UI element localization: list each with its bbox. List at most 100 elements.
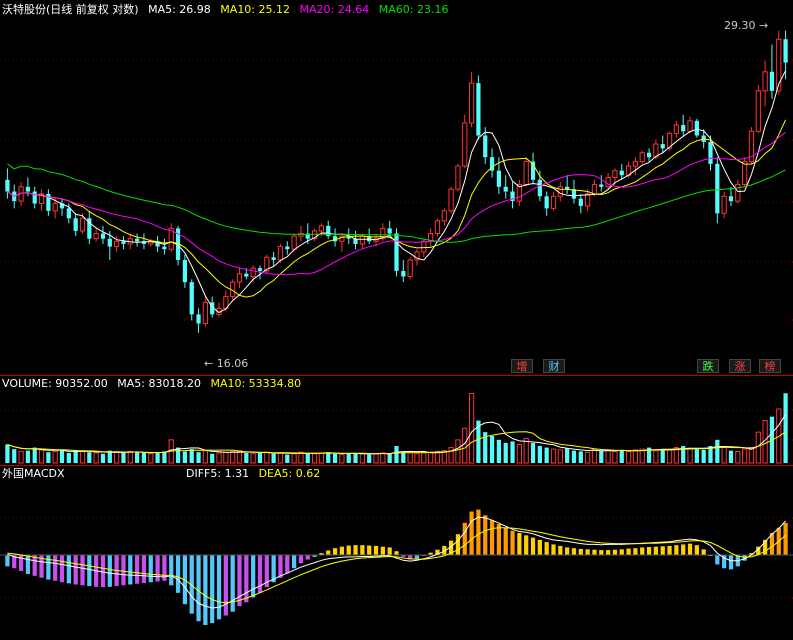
- macd-bar-92: [633, 548, 638, 555]
- macd-bar-36: [251, 555, 256, 598]
- macd-bar-99: [681, 544, 686, 555]
- volume-bar-8: [59, 450, 65, 463]
- macd-bar-68: [469, 511, 474, 555]
- candle-body-17: [121, 241, 126, 244]
- macd-header: 外国MACDX DIFF5: 1.31 DEA5: 0.62: [2, 467, 326, 481]
- volume-bar-90: [619, 450, 624, 463]
- macd-bar-7: [53, 555, 58, 581]
- candle-body-11: [79, 217, 86, 232]
- stock-chart: [0, 30, 793, 625]
- volume-bar-0: [5, 444, 10, 463]
- volume-bar-60: [414, 453, 420, 464]
- candle-body-40: [277, 246, 284, 261]
- volume-bar-4: [32, 447, 37, 463]
- volume-bar-86: [591, 448, 598, 464]
- diff-readout: DIFF5: 1.31: [186, 467, 250, 480]
- volume-bar-31: [216, 452, 222, 464]
- volume-bar-52: [359, 453, 365, 464]
- candle-body-67: [462, 122, 468, 167]
- event-badge-increase[interactable]: 增: [511, 359, 533, 373]
- macd-bar-9: [66, 555, 71, 584]
- volume-bar-16: [114, 451, 120, 464]
- event-badge-rise[interactable]: 涨: [729, 359, 751, 373]
- candle-body-70: [483, 135, 488, 158]
- arrow-right-icon: →: [755, 19, 769, 32]
- separator-volume-macd: [0, 465, 793, 466]
- macd-bar-35: [244, 555, 249, 603]
- event-badge-ranking[interactable]: 榜: [759, 359, 781, 373]
- volume-bar-95: [653, 450, 659, 464]
- ma60-readout: MA60: 23.16: [378, 3, 449, 16]
- volume-bar-104: [715, 439, 720, 463]
- volume-bar-61: [421, 452, 427, 464]
- macd-bar-70: [483, 515, 488, 555]
- macd-bar-4: [32, 555, 37, 576]
- candle-body-85: [585, 193, 591, 207]
- candle-body-100: [687, 120, 693, 132]
- low-price-annotation: ← 16.06: [204, 357, 248, 370]
- candle-body-108: [742, 161, 748, 185]
- macd-bar-86: [592, 549, 597, 555]
- volume-bar-92: [632, 449, 639, 464]
- macd-bar-48: [332, 548, 338, 555]
- candle-body-90: [619, 170, 624, 176]
- candle-body-19: [134, 238, 140, 242]
- candle-body-98: [673, 124, 679, 134]
- volume-bar-36: [250, 453, 256, 464]
- volume-bar-44: [305, 452, 310, 463]
- volume-bar-30: [210, 453, 215, 463]
- volume-bar-88: [605, 449, 611, 464]
- volume-bar-45: [311, 453, 318, 464]
- macd-bar-114: [783, 522, 788, 555]
- candle-body-104: [715, 163, 720, 214]
- candle-body-69: [476, 83, 481, 136]
- volume-bar-3: [25, 450, 31, 463]
- macd-bar-11: [80, 555, 85, 586]
- volume-bar-100: [687, 447, 693, 464]
- volume-bar-72: [496, 439, 502, 463]
- macd-bar-60: [414, 555, 420, 559]
- macd-bar-98: [674, 545, 679, 555]
- macd-bar-71: [489, 520, 495, 555]
- volume-bar-67: [462, 427, 468, 464]
- candle-body-86: [591, 183, 598, 195]
- volume-bar-68: [468, 393, 475, 464]
- candle-body-35: [244, 273, 249, 277]
- candle-body-110: [755, 90, 761, 132]
- candle-body-37: [257, 268, 263, 271]
- volume-bar-82: [565, 448, 570, 463]
- candle-body-92: [632, 161, 639, 167]
- candle-body-89: [612, 170, 618, 179]
- macd-bar-19: [134, 555, 140, 584]
- macd-bar-55: [380, 546, 385, 555]
- volume-bar-57: [394, 446, 399, 463]
- ma5-readout: MA5: 26.98: [148, 3, 211, 16]
- volume-bar-56: [387, 453, 392, 463]
- candle-body-72: [496, 170, 502, 187]
- event-badge-fall[interactable]: 跌: [697, 359, 719, 373]
- volume-bar-33: [230, 450, 236, 464]
- volume-bar-78: [537, 446, 542, 463]
- volume-bar-13: [93, 452, 99, 464]
- macd-bar-82: [565, 547, 570, 555]
- macd-bar-76: [524, 535, 529, 555]
- macd-bar-50: [346, 545, 351, 555]
- volume-readout: VOLUME: 90352.00: [2, 377, 108, 390]
- macd-bar-67: [462, 522, 467, 555]
- separator-price-volume: [0, 375, 793, 376]
- volume-bar-114: [783, 393, 788, 463]
- candle-body-105: [721, 195, 727, 214]
- macd-bar-81: [558, 545, 563, 555]
- dea-readout: DEA5: 0.62: [258, 467, 321, 480]
- candle-body-111: [762, 71, 768, 92]
- macd-bar-57: [394, 551, 399, 555]
- volume-bar-89: [612, 450, 618, 464]
- candle-body-106: [728, 196, 734, 202]
- macd-bar-14: [100, 555, 106, 588]
- macd-bar-15: [107, 555, 112, 587]
- candle-body-23: [162, 246, 167, 250]
- macd-bar-93: [640, 547, 645, 555]
- volume-bar-38: [264, 451, 270, 464]
- event-badge-finance[interactable]: 财: [543, 359, 565, 373]
- ma20-readout: MA20: 24.64: [299, 3, 370, 16]
